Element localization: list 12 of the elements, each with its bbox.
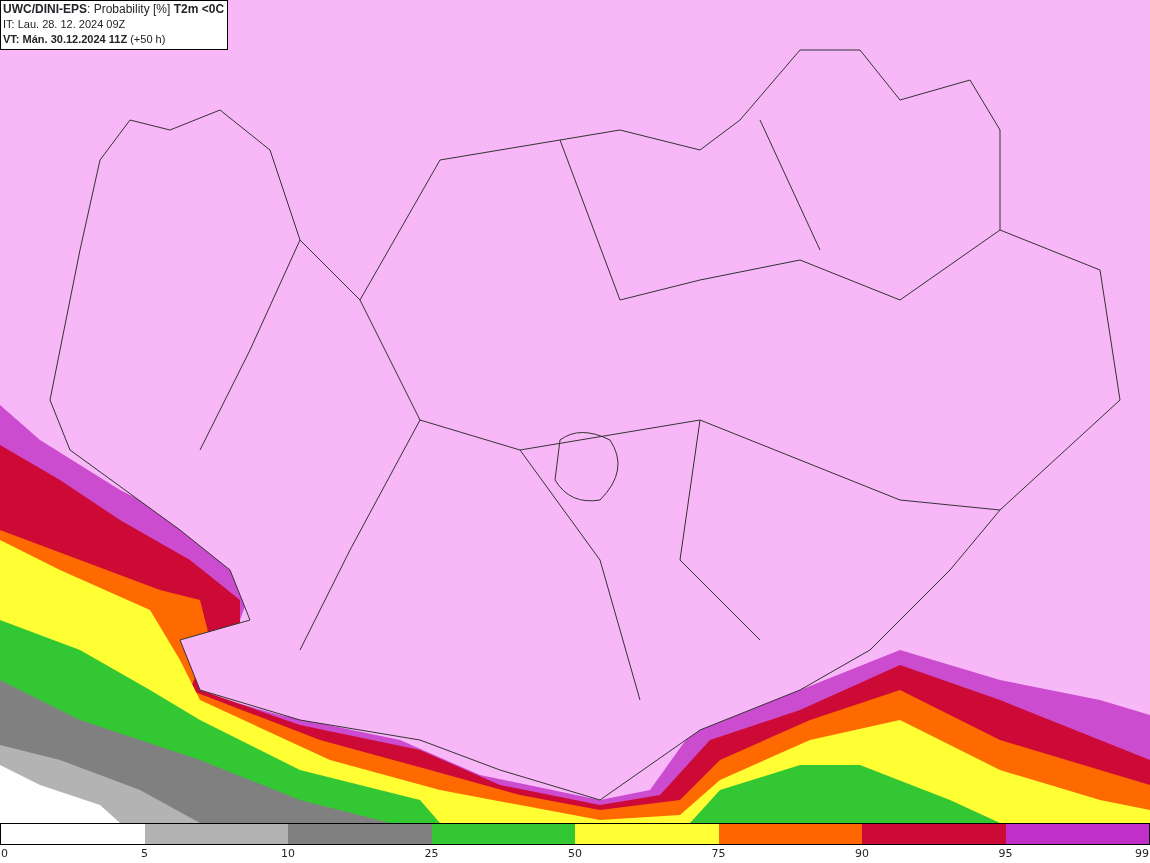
legend-label: 10 bbox=[281, 847, 295, 861]
header-line: IT: Lau. 28. 12. 2024 09Z bbox=[3, 17, 127, 32]
legend-label: 5 bbox=[141, 847, 148, 861]
legend-label: 75 bbox=[711, 847, 726, 861]
legend-label: 0 bbox=[1, 847, 8, 861]
header-line: VT: Mán. 30.12.2024 11Z (+50 h) bbox=[3, 32, 167, 47]
legend-label: 95 bbox=[998, 847, 1013, 861]
header-line: UWC/DINI-EPS: Probability [%] T2m <0C bbox=[3, 2, 225, 17]
legend-label: 50 bbox=[568, 847, 582, 861]
legend-label: 25 bbox=[424, 847, 439, 861]
legend-label: 90 bbox=[855, 847, 869, 861]
legend-label: 99 bbox=[1135, 847, 1149, 861]
